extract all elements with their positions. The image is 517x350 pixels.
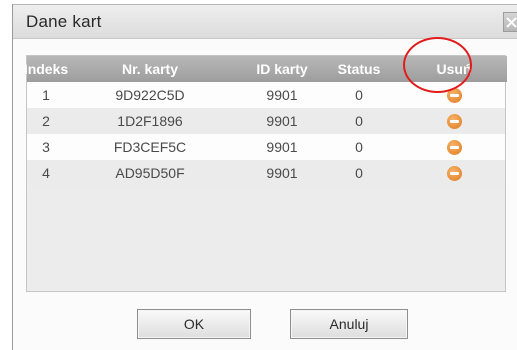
delete-row-button[interactable] bbox=[425, 108, 483, 134]
remove-icon bbox=[446, 165, 462, 181]
row-card-number: FD3CEF5C bbox=[113, 139, 187, 155]
header-status[interactable]: Status bbox=[325, 56, 393, 82]
table-row[interactable]: 3 FD3CEF5C 9901 0 bbox=[27, 134, 505, 160]
row-index: 2 bbox=[42, 113, 50, 129]
delete-row-button[interactable] bbox=[425, 160, 483, 186]
row-card-id: 9901 bbox=[266, 113, 298, 129]
row-card-number: 1D2F1896 bbox=[117, 113, 183, 129]
cancel-button[interactable]: Anuluj bbox=[290, 309, 408, 339]
close-icon bbox=[506, 17, 517, 28]
close-button[interactable] bbox=[503, 12, 517, 32]
highlight-circle bbox=[403, 37, 472, 93]
row-index: 3 bbox=[42, 139, 50, 155]
row-status: 0 bbox=[355, 139, 363, 155]
row-card-number: 9D922C5D bbox=[115, 87, 185, 103]
row-card-id: 9901 bbox=[266, 87, 298, 103]
table-row[interactable]: 4 AD95D50F 9901 0 bbox=[27, 160, 505, 186]
row-card-number: AD95D50F bbox=[115, 165, 185, 181]
delete-row-button[interactable] bbox=[425, 134, 483, 160]
row-card-id: 9901 bbox=[266, 165, 298, 181]
header-card-number[interactable]: Nr. karty bbox=[95, 56, 205, 82]
row-status: 0 bbox=[355, 87, 363, 103]
remove-icon bbox=[446, 113, 462, 129]
row-index: 4 bbox=[42, 165, 50, 181]
dialog-title: Dane kart bbox=[26, 12, 102, 31]
dialog-titlebar: Dane kart bbox=[13, 5, 517, 39]
row-index: 1 bbox=[42, 87, 50, 103]
header-card-id[interactable]: ID karty bbox=[250, 56, 314, 82]
remove-icon bbox=[446, 139, 462, 155]
row-status: 0 bbox=[355, 165, 363, 181]
ok-button[interactable]: OK bbox=[137, 309, 251, 339]
row-status: 0 bbox=[355, 113, 363, 129]
header-index[interactable]: Indeks bbox=[17, 56, 75, 82]
row-card-id: 9901 bbox=[266, 139, 298, 155]
table-row[interactable]: 2 1D2F1896 9901 0 bbox=[27, 108, 505, 134]
